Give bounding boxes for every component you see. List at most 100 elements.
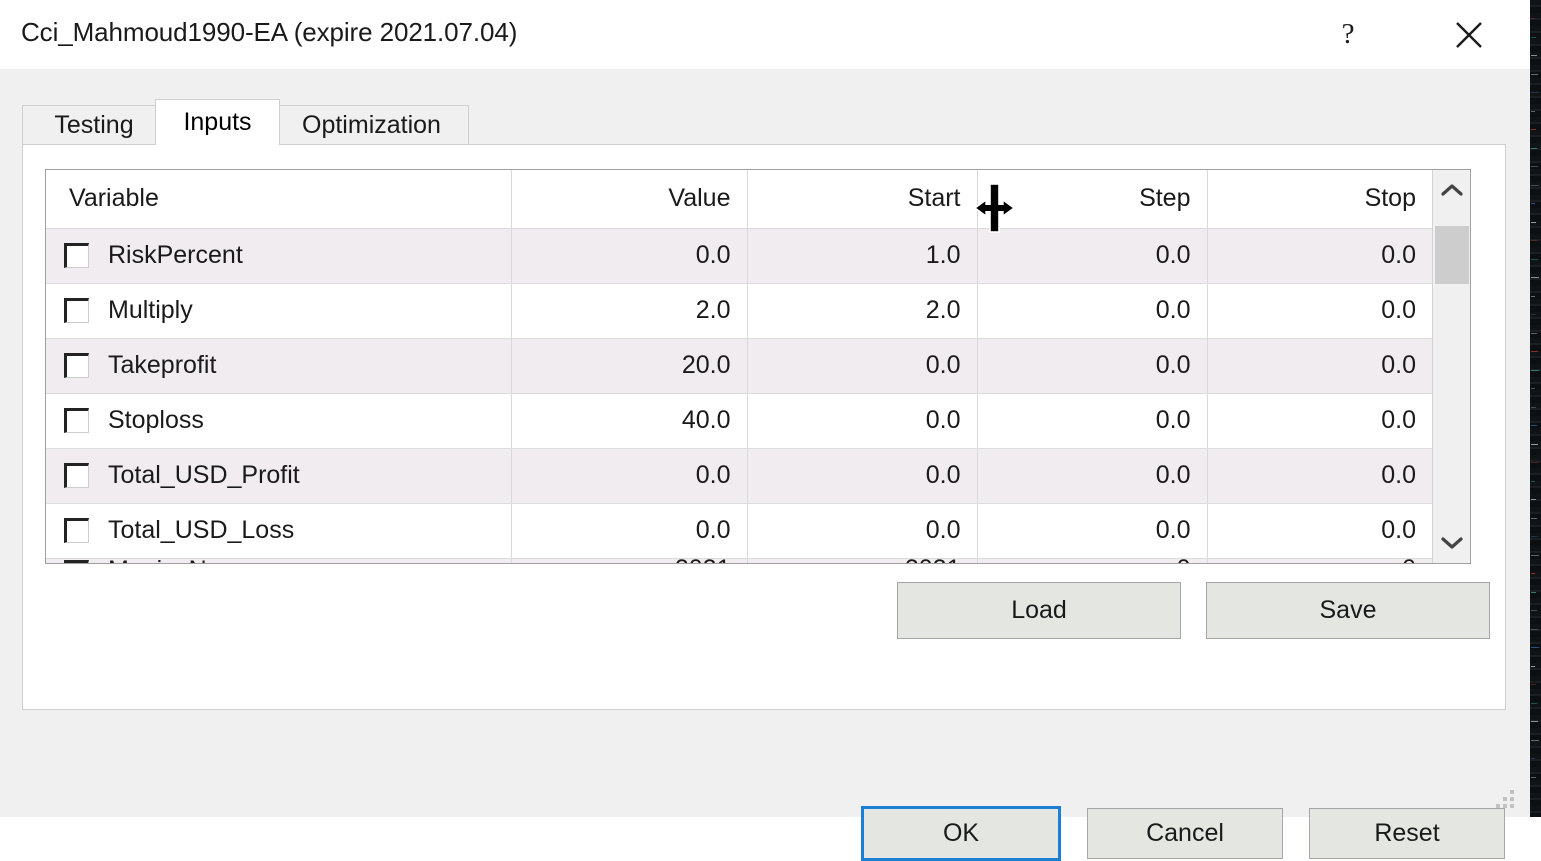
- cell-value-text: 0.0: [696, 516, 731, 544]
- optimize-checkbox[interactable]: [64, 353, 89, 378]
- tab-optimization[interactable]: Optimization: [274, 105, 469, 145]
- table-row[interactable]: Stoploss40.00.00.00.0: [46, 393, 1432, 448]
- optimize-checkbox[interactable]: [64, 243, 89, 268]
- cell-start[interactable]: 0.0: [747, 338, 977, 393]
- variable-name: Stoploss: [108, 406, 204, 435]
- help-button[interactable]: ?: [1317, 0, 1379, 69]
- optimize-checkbox[interactable]: [64, 560, 89, 564]
- table-row[interactable]: Total_USD_Profit0.00.00.00.0: [46, 448, 1432, 503]
- chart-noise-tick: [1531, 55, 1537, 56]
- column-header-stop[interactable]: Stop: [1207, 170, 1432, 228]
- table-row[interactable]: Multiply2.02.00.00.0: [46, 283, 1432, 338]
- cell-stop[interactable]: 0.0: [1207, 393, 1432, 448]
- table-vertical-scrollbar[interactable]: [1432, 170, 1470, 563]
- load-button[interactable]: Load: [897, 582, 1181, 639]
- optimize-checkbox[interactable]: [64, 298, 89, 323]
- cell-value[interactable]: 2.0: [511, 283, 747, 338]
- ok-button[interactable]: OK: [861, 806, 1061, 861]
- title-bar: Cci_Mahmoud1990-EA (expire 2021.07.04) ?: [0, 0, 1530, 70]
- chart-noise-tick: [1531, 462, 1539, 463]
- ea-properties-dialog: Cci_Mahmoud1990-EA (expire 2021.07.04) ?…: [0, 0, 1530, 817]
- table-row[interactable]: Total_USD_Loss0.00.00.00.0: [46, 503, 1432, 558]
- table-header-row: Variable Value Start Step Stop: [46, 170, 1432, 228]
- resize-grip[interactable]: [1496, 790, 1518, 812]
- cell-variable[interactable]: Total_USD_Profit: [46, 448, 511, 503]
- cell-stop[interactable]: 0.0: [1207, 338, 1432, 393]
- cell-start-text: 0.0: [926, 461, 961, 489]
- grip-dot: [1510, 790, 1514, 794]
- tab-testing[interactable]: Testing: [22, 105, 166, 145]
- optimize-checkbox[interactable]: [64, 518, 89, 543]
- cell-stop[interactable]: 0.0: [1207, 503, 1432, 558]
- cell-value[interactable]: 0.0: [511, 503, 747, 558]
- optimize-checkbox[interactable]: [64, 408, 89, 433]
- cell-value[interactable]: 0.0: [511, 228, 747, 283]
- cell-step[interactable]: 0.0: [977, 393, 1207, 448]
- cell-stop-text: 0.0: [1381, 296, 1416, 324]
- variable-cell-content: Total_USD_Loss: [46, 504, 511, 557]
- cell-stop[interactable]: 0.0: [1207, 283, 1432, 338]
- cell-stop[interactable]: 0.0: [1207, 448, 1432, 503]
- chart-noise-tick: [1531, 407, 1536, 408]
- cell-stop[interactable]: 0: [1207, 558, 1432, 564]
- cell-start[interactable]: 0.0: [747, 393, 977, 448]
- cell-variable[interactable]: Total_USD_Loss: [46, 503, 511, 558]
- cell-step[interactable]: 0.0: [977, 228, 1207, 283]
- cancel-button[interactable]: Cancel: [1087, 808, 1283, 859]
- scroll-down-button[interactable]: [1433, 523, 1471, 563]
- grip-dot: [1503, 797, 1507, 801]
- column-header-start[interactable]: Start: [747, 170, 977, 228]
- chart-noise-tick: [1531, 425, 1537, 426]
- chart-noise-tick: [1531, 647, 1539, 648]
- inputs-table-container: Variable Value Start Step Stop RiskPerce…: [45, 169, 1471, 564]
- cell-value[interactable]: 20.0: [511, 338, 747, 393]
- table-row[interactable]: RiskPercent0.01.00.00.0: [46, 228, 1432, 283]
- cell-variable[interactable]: Takeprofit: [46, 338, 511, 393]
- cell-start[interactable]: 2.0: [747, 283, 977, 338]
- table-row[interactable]: Magic_N2021202100: [46, 558, 1432, 564]
- reset-button[interactable]: Reset: [1309, 808, 1505, 859]
- cell-value-text: 0.0: [696, 461, 731, 489]
- cell-start[interactable]: 1.0: [747, 228, 977, 283]
- cell-value[interactable]: 0.0: [511, 448, 747, 503]
- cell-stop-text: 0.0: [1381, 351, 1416, 379]
- cell-variable[interactable]: Multiply: [46, 283, 511, 338]
- cell-step[interactable]: 0: [977, 558, 1207, 564]
- cell-stop[interactable]: 0.0: [1207, 228, 1432, 283]
- tab-inputs[interactable]: Inputs: [155, 99, 280, 145]
- column-header-value[interactable]: Value: [511, 170, 747, 228]
- chart-noise-tick: [1531, 518, 1537, 519]
- cell-step[interactable]: 0.0: [977, 283, 1207, 338]
- cell-start[interactable]: 0.0: [747, 503, 977, 558]
- question-mark-icon: ?: [1342, 18, 1355, 51]
- scroll-up-button[interactable]: [1433, 170, 1471, 210]
- column-header-variable[interactable]: Variable: [46, 170, 511, 228]
- chart-noise-tick: [1531, 610, 1537, 611]
- cell-variable[interactable]: RiskPercent: [46, 228, 511, 283]
- close-icon: [1452, 18, 1486, 52]
- cell-start[interactable]: 2021: [747, 558, 977, 564]
- cell-value[interactable]: 2021: [511, 558, 747, 564]
- cell-start-text: 0.0: [926, 351, 961, 379]
- chart-noise-tick: [1531, 92, 1539, 93]
- inputs-tab-page: Variable Value Start Step Stop RiskPerce…: [22, 144, 1506, 710]
- chart-noise-tick: [1531, 333, 1537, 334]
- cell-start[interactable]: 0.0: [747, 448, 977, 503]
- cell-variable[interactable]: Magic_N: [46, 558, 511, 564]
- cell-value[interactable]: 40.0: [511, 393, 747, 448]
- scrollbar-thumb[interactable]: [1435, 226, 1469, 284]
- cell-variable[interactable]: Stoploss: [46, 393, 511, 448]
- cell-step[interactable]: 0.0: [977, 338, 1207, 393]
- optimize-checkbox[interactable]: [64, 463, 89, 488]
- chart-noise-tick: [1531, 351, 1538, 352]
- table-row[interactable]: Takeprofit20.0 0.0 0.0 0.0: [46, 338, 1432, 393]
- column-header-step[interactable]: Step: [977, 170, 1207, 228]
- variable-name: Magic_N: [108, 558, 207, 564]
- tab-strip: Testing Inputs Optimization: [22, 99, 1508, 145]
- cell-step[interactable]: 0.0: [977, 448, 1207, 503]
- cell-step[interactable]: 0.0: [977, 503, 1207, 558]
- chart-noise-tick: [1531, 499, 1536, 500]
- chart-noise-tick: [1531, 388, 1535, 389]
- save-button[interactable]: Save: [1206, 582, 1490, 639]
- close-button[interactable]: [1438, 0, 1500, 69]
